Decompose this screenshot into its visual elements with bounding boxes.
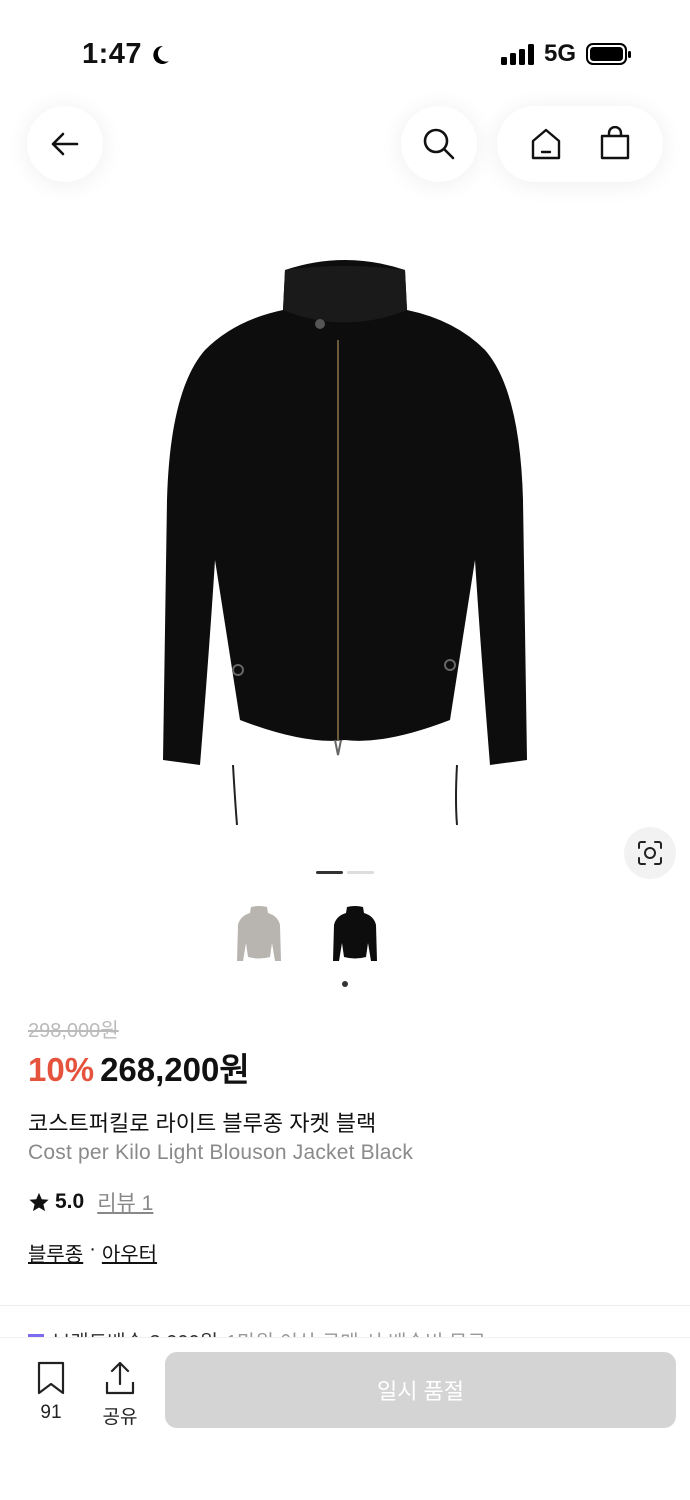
rating-row: 5.0 리뷰 1 [28,1187,153,1217]
indicator-segment [316,871,343,874]
gallery-indicator [316,871,374,874]
search-button[interactable] [401,106,477,182]
back-button[interactable] [27,106,103,182]
category-link-outer[interactable]: 아우터 [102,1238,157,1267]
thumbnail-black[interactable] [322,895,388,975]
battery-icon [586,43,631,65]
star-icon [29,1192,49,1212]
network-type: 5G [543,40,576,67]
home-cart-group [497,106,663,182]
home-icon[interactable] [528,126,564,162]
category-separator: · [89,1238,96,1260]
share-label: 공유 [102,1407,138,1428]
discount-rate: 10% [28,1051,95,1088]
share-icon [105,1361,135,1395]
moon-icon [153,45,170,64]
product-image[interactable] [145,240,545,840]
original-price: 298,000원 [28,1020,119,1042]
category-link-blouson[interactable]: 블루종 [28,1238,83,1267]
divider [0,1305,690,1306]
product-title-ko: 코스트퍼킬로 라이트 블루종 자켓 블랙 [28,1111,377,1136]
status-right: 5G [500,40,632,68]
selected-thumbnail-dot [342,981,348,987]
bookmark-icon [37,1361,65,1395]
bottom-action-bar: 91 공유 일시 품절 [0,1338,690,1500]
thumbnail-gray[interactable] [226,895,292,975]
signal-icon [500,43,534,65]
product-title-en: Cost per Kilo Light Blouson Jacket Black [28,1141,414,1164]
arrow-left-icon [51,132,79,156]
price-row: 10% 268,200원 [28,1043,250,1091]
shopping-bag-icon[interactable] [597,126,633,162]
search-icon [423,128,455,160]
rating-value: 5.0 [55,1190,85,1213]
visual-search-button[interactable] [624,827,676,879]
sale-price: 268,200원 [100,1051,250,1088]
color-thumbnails [226,895,388,975]
review-link[interactable]: 리뷰 1 [97,1187,153,1217]
status-bar: 1:47 5G [0,0,690,100]
sold-out-button[interactable]: 일시 품절 [165,1352,676,1428]
clock: 1:47 [82,38,143,70]
bookmark-count: 91 [40,1402,62,1423]
share-button[interactable]: 공유 [90,1360,150,1429]
camera-scan-icon [638,841,662,865]
status-time: 1:47 [82,38,172,71]
indicator-segment [347,871,374,874]
category-row: 블루종 · 아우터 [28,1238,157,1267]
bookmark-button[interactable]: 91 [21,1360,81,1424]
